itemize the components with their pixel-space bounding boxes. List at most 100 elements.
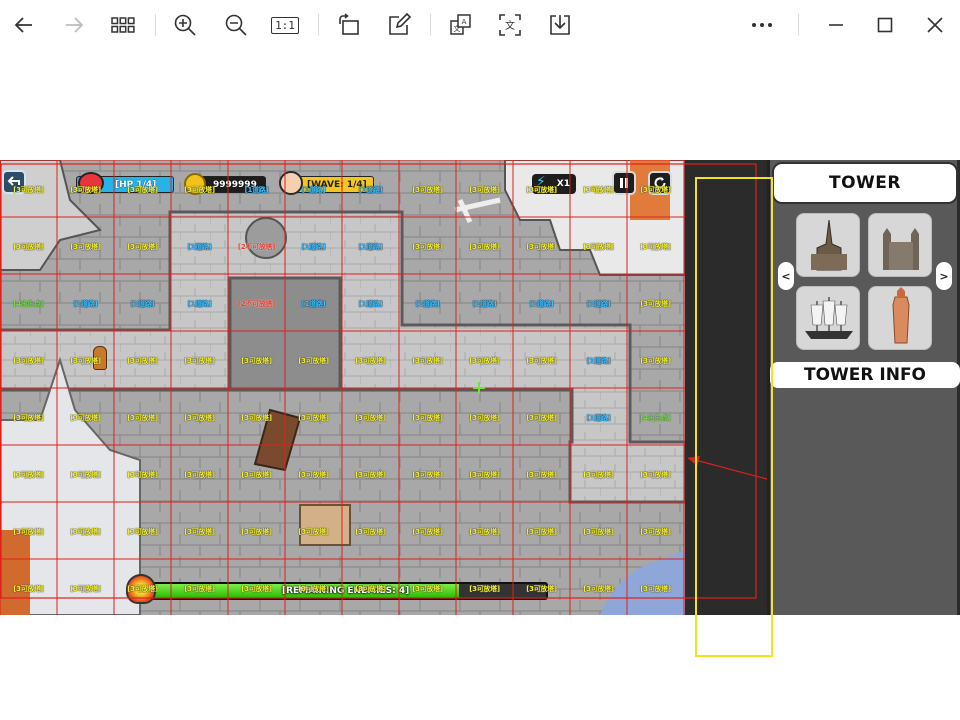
grid-cell-label: [3可放塔] (298, 470, 329, 479)
ocr-button[interactable]: 文 (493, 8, 527, 42)
grid-cell-label: [3可放塔] (127, 356, 158, 365)
grid-cell-label: [3可放塔] (412, 185, 443, 194)
cathedral-tower-icon (883, 228, 919, 270)
grid-cell-label: [3可放塔] (469, 584, 500, 593)
grid-cell-label: [3可放塔] (13, 413, 44, 422)
brick-tower-icon (892, 287, 910, 344)
maximize-icon (877, 17, 893, 33)
grid-cell-label: [1道路] (586, 356, 611, 365)
back-button[interactable] (7, 8, 41, 42)
rotate-button[interactable] (332, 8, 366, 42)
grid-cell-label: [1道路] (130, 299, 155, 308)
close-icon (927, 17, 943, 33)
tower-prev-button[interactable]: < (778, 262, 794, 290)
arrow-left-icon (14, 17, 32, 33)
grid-cell-label: [3可放塔] (13, 527, 44, 536)
minimize-button[interactable] (819, 8, 853, 42)
minimize-icon (829, 24, 843, 26)
maximize-button[interactable] (868, 8, 902, 42)
forward-button[interactable] (57, 8, 91, 42)
grid-cell-label: [3可放塔] (127, 527, 158, 536)
zoom-in-button[interactable] (168, 8, 202, 42)
translate-button[interactable]: A文 (444, 8, 478, 42)
grid-cell-label: [3可放塔] (127, 584, 158, 593)
grid-cell-label: [3可放塔] (70, 242, 101, 251)
grid-cell-label: [3可放塔] (13, 470, 44, 479)
grid-cell-label: [3可放塔] (640, 242, 671, 251)
actual-size-icon: 1:1 (271, 16, 299, 34)
grid-cell-label: [3可放塔] (355, 356, 386, 365)
grid-cell-label: [3可放塔] (355, 470, 386, 479)
toolbar-divider (155, 14, 156, 36)
grid-cell-label: [1道路] (472, 299, 497, 308)
grid-cell-label: [3可放塔] (241, 527, 272, 536)
close-button[interactable] (918, 8, 952, 42)
grid-cell-label: [3可放塔] (127, 470, 158, 479)
grid-cell-label: [3可放塔] (13, 584, 44, 593)
tower-card-brick[interactable] (868, 286, 932, 350)
grid-cell-label: [3可放塔] (355, 527, 386, 536)
grid-cell-label: [3可放塔] (640, 470, 671, 479)
grid-cell-label: [3可放塔] (184, 527, 215, 536)
grid-cell-label: [1道路] (187, 242, 212, 251)
grid-cell-label: [3可放塔] (526, 242, 557, 251)
grid-cell-label: [3可放塔] (355, 413, 386, 422)
grid-cell-label: [3可放塔] (469, 413, 500, 422)
tower-card-cathedral[interactable] (868, 213, 932, 277)
grid-cell-label: [3可放塔] (526, 413, 557, 422)
grid-cell-label: [3可放塔] (70, 413, 101, 422)
grid-cell-label: [3可放塔] (298, 356, 329, 365)
grid-cell-label: [3可放塔] (412, 584, 443, 593)
grid-cell-label: [3可放塔] (298, 413, 329, 422)
game-screenshot: [HP 1/4] 9999999 [WAVE: 1/4] ⚡ X1 [REMAI… (0, 160, 960, 615)
grid-cell-label: [3可放塔] (184, 356, 215, 365)
grid-cell-label: [3可放塔] (469, 185, 500, 194)
grid-cell-label: [3可放塔] (70, 584, 101, 593)
grid-cell-label: [3可放塔] (469, 356, 500, 365)
grid-cell-label: [4出生点] (13, 299, 44, 308)
grid-cell-label: [3可放塔] (127, 185, 158, 194)
grid-cell-label: [1道路] (358, 242, 383, 251)
edit-icon (389, 13, 411, 35)
zoom-out-button[interactable] (219, 8, 253, 42)
grid-cell-label: [2不可放塔] (237, 299, 276, 308)
grid-cell-label: [3可放塔] (412, 413, 443, 422)
grid-cell-label: [3可放塔] (583, 470, 614, 479)
toolbar-divider (318, 14, 319, 36)
tower-next-button[interactable]: > (936, 262, 952, 290)
grid-cell-label: [3可放塔] (412, 527, 443, 536)
grid-cell-label: [3可放塔] (241, 470, 272, 479)
grid-cell-label: [3可放塔] (640, 584, 671, 593)
grid-cell-label: [3可放塔] (184, 584, 215, 593)
more-button[interactable] (745, 8, 779, 42)
grid-cell-label: [2不可放塔] (237, 242, 276, 251)
tower-card-ship[interactable] (796, 286, 860, 350)
grid-cell-label: [3可放塔] (469, 242, 500, 251)
thumbnails-button[interactable] (106, 8, 140, 42)
tower-panel: TOWER < > TOWER INFO (767, 160, 960, 615)
grid-cell-label: [3可放塔] (526, 356, 557, 365)
edit-button[interactable] (382, 8, 416, 42)
grid-cell-label: [3可放塔] (469, 470, 500, 479)
grid-cell-label: [3可放塔] (70, 356, 101, 365)
grid-cell-label: [3可放塔] (298, 584, 329, 593)
pause-button[interactable] (612, 171, 636, 195)
translate-icon: A文 (450, 14, 471, 35)
download-button[interactable] (543, 8, 577, 42)
grid-cell-label: [3可放塔] (241, 584, 272, 593)
grid-cell-label: [3可放塔] (412, 470, 443, 479)
tower-info-title: TOWER INFO (770, 362, 960, 388)
grid-cell-label: [1道路] (301, 185, 326, 194)
zoom-out-icon (225, 14, 247, 36)
grid-cell-label: [1道路] (358, 185, 383, 194)
grid-cell-label: [1道路] (586, 299, 611, 308)
grid-cell-label: [3可放塔] (355, 584, 386, 593)
grid-cell-label: [3可放塔] (640, 185, 671, 194)
tower-card-spire[interactable] (796, 213, 860, 277)
grid-cell-label: [1道路] (586, 413, 611, 422)
actual-size-button[interactable]: 1:1 (268, 8, 302, 42)
grid-cell-label: [3可放塔] (13, 242, 44, 251)
grid-cell-label: [3可放塔] (127, 242, 158, 251)
svg-text:A: A (462, 18, 467, 26)
svg-text:文: 文 (454, 24, 461, 33)
